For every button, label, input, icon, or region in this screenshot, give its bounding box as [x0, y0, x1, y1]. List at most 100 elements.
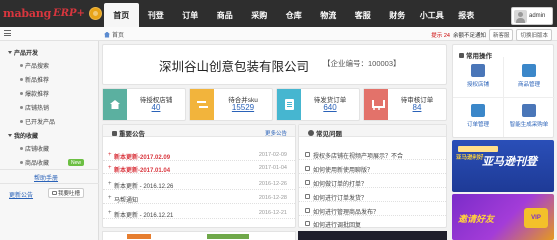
sidebar-item-store-hot[interactable]: 店铺热销: [20, 103, 49, 112]
faq-text: 如何进行订单发货？: [313, 196, 368, 202]
faq-text: 如何使用新使用聊版？: [313, 168, 374, 174]
faq-text: 授权多店铺在视频产项展示？不合: [313, 154, 404, 160]
nav-orders[interactable]: 订单: [173, 3, 208, 27]
sidebar-item-label: 商品收藏: [25, 161, 50, 167]
stat-card-pending-ship[interactable]: 待发货订单 640: [276, 88, 360, 121]
list-item[interactable]: 如何进行调批回复: [299, 218, 446, 229]
faq-text: 如何进行管理商品发布？: [313, 210, 380, 216]
nav-reports[interactable]: 报表: [449, 3, 484, 27]
divider: [0, 169, 99, 170]
update-notice-link[interactable]: 更新公告: [9, 190, 33, 199]
announcement-title: 新本更新 - 2016.12.26: [114, 184, 174, 190]
company-banner: 深圳谷山创意包装有限公司 【企业编号：100003】: [102, 44, 447, 85]
plus-icon: +: [108, 210, 112, 216]
list-item[interactable]: + 新本更新 - 2016.12.26 2016-12-26: [103, 179, 295, 190]
amazon-listing-banner[interactable]: 亚马逊利好 亚马逊刊登: [452, 140, 554, 192]
announcement-title: 新本更新 - 2016.12.21: [114, 213, 174, 219]
nav-warehouse[interactable]: 仓库: [277, 3, 312, 27]
panel-header: 常见问题: [299, 125, 446, 138]
list-item[interactable]: + 新本更新-2017.02.09 2017-02-09: [103, 150, 295, 161]
help-manual-link[interactable]: 帮助手册: [34, 173, 58, 182]
bullet-icon: [20, 92, 23, 95]
faq-panel: 常见问题 授权多店铺在视频产项展示？不合 如何使用新使用聊版？ 如何做订单的打单…: [298, 124, 447, 229]
list-item[interactable]: + 新本更新-2017.01.04 2017-01-04: [103, 163, 295, 174]
user-name: admin: [529, 13, 546, 19]
nav-tools[interactable]: 小工具: [415, 3, 450, 27]
list-item[interactable]: 如何进行管理商品发布？: [299, 205, 446, 216]
quick-purchase-button[interactable]: 智能生成采购单: [504, 98, 554, 137]
list-item[interactable]: + 新本更新 - 2016.12.21 2016-12-21: [103, 208, 295, 219]
plus-icon: +: [108, 152, 112, 158]
balance-notice-link[interactable]: 余额不足通知: [453, 31, 486, 39]
sidebar-item-label: 店铺收藏: [25, 147, 50, 153]
nav-logistics[interactable]: 物流: [311, 3, 346, 27]
store-icon: [471, 64, 485, 77]
sidebar-item-new-products[interactable]: 新品推荐: [20, 75, 49, 84]
feedback-label: 我要吐槽: [58, 191, 81, 197]
banner-ribbon: [458, 146, 498, 152]
sidebar-item-product-search[interactable]: 产品搜索: [20, 61, 49, 70]
company-name: 深圳谷山创意包装有限公司: [159, 60, 310, 74]
company-code: 【企业编号：100003】: [323, 59, 401, 68]
alert-link[interactable]: 提示 24: [431, 31, 450, 39]
nav-home[interactable]: 首页: [104, 3, 139, 27]
stat-value[interactable]: 40: [127, 103, 185, 112]
list-item[interactable]: 如何做订单的打单？: [299, 177, 446, 188]
avatar: [514, 9, 527, 23]
plus-icon: +: [108, 195, 112, 201]
announcement-date: 2017-01-04: [258, 165, 287, 171]
stat-card-pending-auth[interactable]: 待授权店铺 40: [102, 88, 186, 121]
sidebar-item-label: 店铺热销: [25, 106, 50, 112]
more-announcements-link[interactable]: 更多公告: [265, 129, 287, 137]
feedback-button[interactable]: 我要吐槽: [48, 188, 85, 198]
nav-service[interactable]: 客服: [346, 3, 381, 27]
sidebar-item-developed[interactable]: 已开发产品: [20, 117, 55, 126]
stat-value[interactable]: 84: [388, 103, 446, 112]
nav-finance[interactable]: 财务: [380, 3, 415, 27]
list-item[interactable]: 如何使用新使用聊版？: [299, 163, 446, 174]
app-logo[interactable]: mabang ERP+: [3, 6, 102, 21]
nav-purchase[interactable]: 采购: [242, 3, 277, 27]
list-item[interactable]: 如何进行订单发货？: [299, 191, 446, 202]
switch-version-button[interactable]: 切换旧版本: [516, 29, 552, 41]
main-nav: 首页 刊登 订单 商品 采购 仓库 物流 客服 财务 小工具 报表: [104, 3, 484, 27]
sidebar-section-favorites[interactable]: 我的收藏: [8, 131, 38, 140]
purchase-icon: [522, 104, 536, 117]
sidebar-toggle[interactable]: [4, 30, 11, 36]
nav-listing[interactable]: 刊登: [139, 3, 174, 27]
caret-down-icon: [8, 51, 12, 54]
list-item[interactable]: + 马帮通知 2016-12-28: [103, 193, 295, 204]
sidebar-section-dev[interactable]: 产品开发: [8, 48, 38, 57]
doc-icon: [305, 166, 310, 171]
chat-icon: [52, 191, 57, 195]
sidebar-item-label: 新品推荐: [25, 78, 50, 84]
stat-card-pending-sku[interactable]: 待合并sku 15529: [189, 88, 273, 121]
sidebar-item-label: 爆款推荐: [25, 92, 50, 98]
quick-auth-store-button[interactable]: 授权店铺: [453, 58, 503, 97]
stat-value[interactable]: 15529: [214, 103, 272, 112]
sidebar-item-product-fav[interactable]: 商品收藏: [20, 158, 49, 167]
new-service-button[interactable]: 新客服: [488, 29, 514, 41]
logo-badge-icon: [88, 7, 102, 20]
stat-card-pending-review[interactable]: 待审核订单 84: [363, 88, 447, 121]
bottom-banner-right: [298, 231, 447, 240]
quick-label: 授权店铺: [466, 82, 489, 88]
announcement-title: 新本更新-2017.02.09: [114, 155, 171, 161]
nav-products[interactable]: 商品: [208, 3, 243, 27]
quick-product-mgmt-button[interactable]: 商品管理: [504, 58, 554, 97]
quick-actions-panel: 常用操作 授权店铺 商品管理 订单管理 智能生成采购单: [452, 44, 555, 138]
announcement-date: 2016-12-26: [258, 181, 287, 187]
sidebar-item-store-fav[interactable]: 店铺收藏: [20, 144, 49, 153]
stat-icon-bg: [364, 89, 388, 120]
stat-value[interactable]: 640: [301, 103, 359, 112]
quick-label: 订单管理: [466, 122, 489, 128]
list-item[interactable]: 授权多店铺在视频产项展示？不合: [299, 149, 446, 160]
invite-friends-banner[interactable]: 邀请好友 VIP: [452, 194, 554, 240]
breadcrumb[interactable]: 首页: [104, 30, 124, 39]
announcements-panel: 重要公告 更多公告 + 新本更新-2017.02.09 2017-02-09 + 新本…: [102, 124, 296, 228]
stat-icon-bg: [277, 89, 301, 120]
quick-order-mgmt-button[interactable]: 订单管理: [453, 98, 503, 137]
user-menu[interactable]: admin: [511, 7, 553, 25]
banner-big-text: 亚马逊刊登: [482, 156, 537, 168]
sidebar-item-hot-products[interactable]: 爆款推荐: [20, 89, 49, 98]
